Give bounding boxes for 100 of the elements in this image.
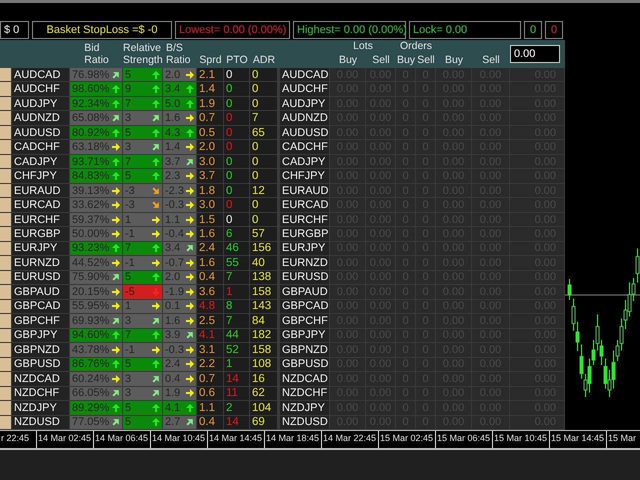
- pto-cell: 0: [224, 96, 249, 110]
- adr-cell: 0: [250, 96, 277, 110]
- info-label: $ 0: [0, 21, 29, 39]
- bs-ratio-cell: 5.0: [163, 96, 196, 110]
- adr-cell: 138: [250, 270, 277, 284]
- strength-cell: 7: [123, 328, 162, 342]
- adr-cell: 69: [250, 416, 277, 429]
- row-tab[interactable]: [0, 270, 11, 284]
- pto-cell: 6: [224, 227, 249, 241]
- symbol-cell: EURNZD: [280, 256, 329, 270]
- adr-cell: 7: [250, 111, 277, 125]
- symbol-cell: EURCHF: [12, 212, 69, 226]
- spread-cell: 0.5: [197, 126, 223, 140]
- adr-cell: 158: [250, 343, 277, 357]
- symbol-cell: CHFJPY: [12, 169, 69, 183]
- spread-cell: 4.1: [197, 328, 223, 342]
- adr-cell: 0: [250, 154, 277, 168]
- column-header: Buy: [444, 53, 464, 68]
- bid-ratio-cell: 98.60%: [70, 82, 122, 96]
- row-tab[interactable]: [0, 416, 11, 429]
- spread-cell: 0.4: [197, 416, 223, 429]
- row-tab[interactable]: [0, 242, 11, 256]
- symbol-cell: NZDJPY: [280, 401, 329, 415]
- symbol-cell: AUDCAD: [12, 68, 69, 82]
- row-tab[interactable]: [0, 68, 11, 82]
- info-label: 0: [545, 21, 563, 39]
- spread-cell: 3.7: [197, 169, 223, 183]
- total-input-field[interactable]: 0.00: [510, 45, 560, 63]
- bid-ratio-cell: 84.83%: [70, 169, 122, 183]
- spread-cell: 3.0: [197, 198, 223, 212]
- row-tab[interactable]: [0, 300, 11, 314]
- row-tab[interactable]: [0, 154, 11, 168]
- adr-cell: 0: [250, 169, 277, 183]
- strength-cell: 5: [123, 401, 162, 415]
- symbol-cell: CADJPY: [280, 154, 329, 168]
- pto-cell: 1: [224, 358, 249, 372]
- symbol-cell: GBPCAD: [12, 300, 69, 314]
- symbol-cell: NZDCHF: [280, 386, 329, 400]
- adr-cell: 16: [250, 372, 277, 386]
- row-tab[interactable]: [0, 126, 11, 140]
- strength-cell: 5: [123, 416, 162, 429]
- info-label: Lock= 0.00: [409, 21, 521, 39]
- column-header: Buy: [338, 53, 358, 68]
- symbol-cell: AUDCHF: [280, 82, 329, 96]
- symbol-cell: EURGBP: [12, 227, 69, 241]
- spread-cell: 3.6: [197, 285, 223, 299]
- column-header: ADR: [252, 54, 276, 68]
- symbol-cell: EURUSD: [12, 270, 69, 284]
- spread-cell: 2.0: [197, 140, 223, 154]
- symbol-cell: GBPJPY: [280, 328, 329, 342]
- pto-cell: 46: [224, 242, 249, 256]
- info-label: Lowest= 0.00 (0.00%): [175, 21, 290, 39]
- row-tab[interactable]: [0, 212, 11, 226]
- spread-cell: 0.7: [197, 372, 223, 386]
- symbol-cell: NZDCAD: [12, 372, 69, 386]
- row-tab[interactable]: [0, 184, 11, 198]
- row-tab[interactable]: [0, 358, 11, 372]
- pto-cell: 0: [224, 169, 249, 183]
- symbol-cell: EURCAD: [280, 198, 329, 212]
- strength-cell: 7: [123, 96, 162, 110]
- spread-cell: 3.0: [197, 154, 223, 168]
- pto-cell: 0: [224, 82, 249, 96]
- symbol-cell: AUDCAD: [280, 68, 329, 82]
- symbol-cell: EURAUD: [12, 184, 69, 198]
- row-tab[interactable]: [0, 386, 11, 400]
- column-header: Sprd: [199, 54, 222, 68]
- spread-cell: 2.4: [197, 242, 223, 256]
- bid-ratio-cell: 80.92%: [70, 126, 122, 140]
- spread-cell: 2.1: [197, 68, 223, 82]
- pto-cell: 0: [224, 198, 249, 212]
- symbol-cell: EURGBP: [280, 227, 329, 241]
- adr-cell: 57: [250, 227, 277, 241]
- adr-cell: 65: [250, 126, 277, 140]
- pto-cell: 11: [224, 386, 249, 400]
- column-group-header: Orders: [400, 40, 432, 53]
- adr-cell: 0: [250, 82, 277, 96]
- pto-cell: 7: [224, 314, 249, 328]
- symbol-cell: NZDJPY: [12, 401, 69, 415]
- symbol-cell: NZDCAD: [280, 372, 329, 386]
- bid-ratio-cell: 93.71%: [70, 154, 122, 168]
- strength-cell: 5: [123, 169, 162, 183]
- symbol-cell: AUDJPY: [12, 96, 69, 110]
- spread-cell: 3.1: [197, 343, 223, 357]
- bs-ratio-cell: 4.1: [163, 401, 196, 415]
- strength-cell: 9: [123, 82, 162, 96]
- bid-ratio-cell: 89.29%: [70, 401, 122, 415]
- strength-cell: -5: [123, 285, 162, 299]
- adr-cell: 12: [250, 184, 277, 198]
- spread-cell: 0.4: [197, 270, 223, 284]
- row-tab[interactable]: [0, 328, 11, 342]
- column-header: B/S Ratio: [166, 42, 191, 68]
- strength-cell: 7: [123, 242, 162, 256]
- symbol-cell: GBPCHF: [280, 314, 329, 328]
- pto-cell: 0: [224, 126, 249, 140]
- bs-ratio-cell: 4.3: [163, 126, 196, 140]
- symbol-cell: CADCHF: [12, 140, 69, 154]
- symbol-cell: EURAUD: [280, 184, 329, 198]
- symbol-cell: EURJPY: [280, 242, 329, 256]
- adr-cell: 0: [250, 140, 277, 154]
- row-tab[interactable]: [0, 96, 11, 110]
